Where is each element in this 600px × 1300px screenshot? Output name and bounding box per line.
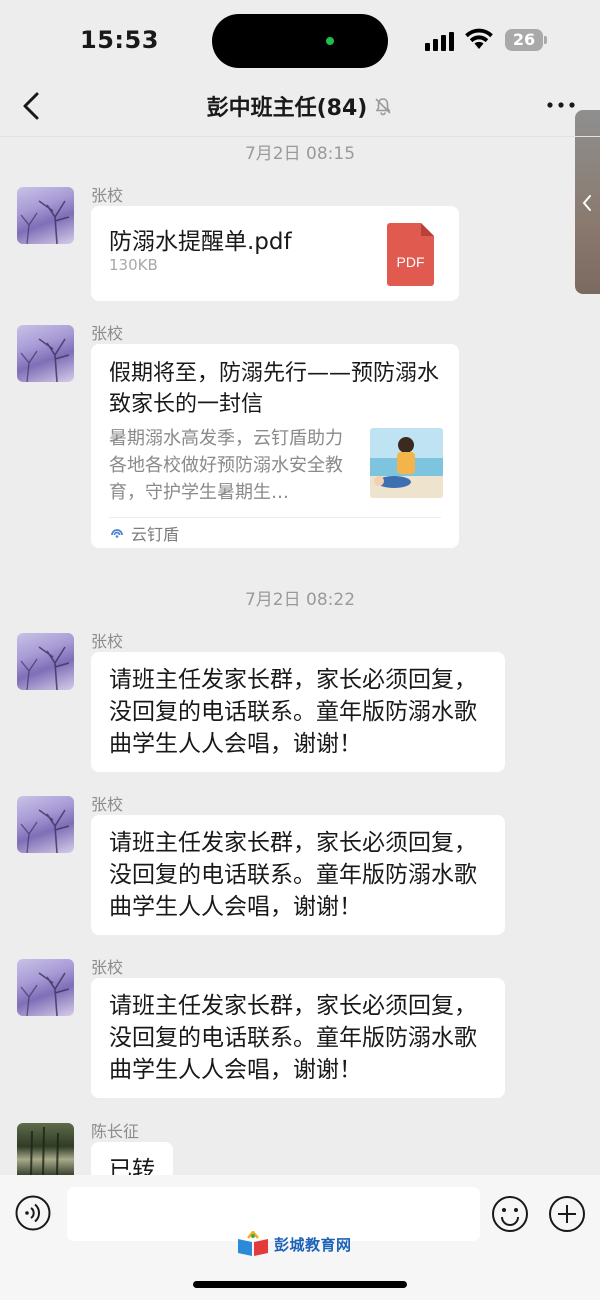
wifi-icon xyxy=(465,28,493,49)
camera-indicator-dot xyxy=(326,37,334,45)
sender-name: 张校 xyxy=(91,958,124,977)
link-source[interactable]: 云钉盾 xyxy=(109,521,179,545)
chat-title: 彭中班主任(84) xyxy=(206,96,368,121)
text-message-bubble[interactable]: 已转 xyxy=(91,1142,173,1175)
avatar[interactable] xyxy=(17,187,74,244)
message-text: 已转 xyxy=(109,1157,155,1175)
sender-name: 陈长征 xyxy=(91,1122,140,1141)
message-text: 请班主任发家长群，家长必须回复，没回复的电话联系。童年版防溺水歌曲学生人人会唱，… xyxy=(109,830,477,920)
link-description: 暑期溺水高发季，云钉盾助力各地各校做好预防溺水安全教育，守护学生暑期生… xyxy=(109,428,343,503)
avatar[interactable] xyxy=(17,1123,74,1175)
mute-bell-icon xyxy=(375,98,391,116)
book-logo-icon xyxy=(238,1231,268,1256)
link-source-label: 云钉盾 xyxy=(131,525,180,544)
sender-name: 张校 xyxy=(91,186,124,205)
watermark: 彭城教育网 xyxy=(236,1231,352,1257)
voice-input-icon[interactable] xyxy=(15,1195,51,1231)
timestamp: 7月2日 08:22 xyxy=(244,590,356,610)
text-message-bubble[interactable]: 请班主任发家长群，家长必须回复，没回复的电话联系。童年版防溺水歌曲学生人人会唱，… xyxy=(91,652,505,772)
nav-divider xyxy=(0,136,600,137)
chevron-left-icon xyxy=(582,195,591,211)
link-message-card[interactable]: 假期将至，防溺先行——预防溺水致家长的一封信 暑期溺水高发季，云钉盾助力各地各校… xyxy=(91,344,459,548)
message-text: 请班主任发家长群，家长必须回复，没回复的电话联系。童年版防溺水歌曲学生人人会唱，… xyxy=(109,993,477,1083)
file-size: 130KB xyxy=(109,256,158,274)
emoji-icon[interactable] xyxy=(491,1195,529,1233)
pdf-badge-label: PDF xyxy=(397,254,425,270)
link-thumbnail xyxy=(370,428,443,498)
avatar[interactable] xyxy=(17,796,74,853)
file-message-card[interactable]: 防溺水提醒单.pdf 130KB PDF xyxy=(91,206,459,301)
watermark-text: 彭城教育网 xyxy=(274,1235,352,1254)
sender-name: 张校 xyxy=(91,632,124,651)
text-message-bubble[interactable]: 请班主任发家长群，家长必须回复，没回复的电话联系。童年版防溺水歌曲学生人人会唱，… xyxy=(91,978,505,1098)
battery-icon: 26 xyxy=(505,29,543,51)
file-name: 防溺水提醒单.pdf xyxy=(109,229,292,255)
more-options-icon[interactable] xyxy=(546,98,576,112)
avatar[interactable] xyxy=(17,325,74,382)
avatar[interactable] xyxy=(17,959,74,1016)
side-panel-tab[interactable] xyxy=(575,110,600,294)
pdf-file-icon: PDF xyxy=(387,223,434,286)
sender-name: 张校 xyxy=(91,795,124,814)
cellular-signal-icon xyxy=(425,32,454,51)
sender-name: 张校 xyxy=(91,324,124,343)
dynamic-island xyxy=(212,14,388,68)
home-indicator xyxy=(193,1281,407,1288)
status-time: 15:53 xyxy=(80,26,159,54)
avatar[interactable] xyxy=(17,633,74,690)
nav-title-container: 彭中班主任(84) xyxy=(0,90,600,122)
message-text: 请班主任发家长群，家长必须回复，没回复的电话联系。童年版防溺水歌曲学生人人会唱，… xyxy=(109,667,477,757)
battery-tip xyxy=(544,36,547,44)
plus-more-icon[interactable] xyxy=(548,1195,586,1233)
timestamp: 7月2日 08:15 xyxy=(244,144,356,164)
yundingdun-logo-icon xyxy=(111,529,123,538)
text-message-bubble[interactable]: 请班主任发家长群，家长必须回复，没回复的电话联系。童年版防溺水歌曲学生人人会唱，… xyxy=(91,815,505,935)
link-divider xyxy=(109,517,441,518)
link-title: 假期将至，防溺先行——预防溺水致家长的一封信 xyxy=(109,361,440,417)
